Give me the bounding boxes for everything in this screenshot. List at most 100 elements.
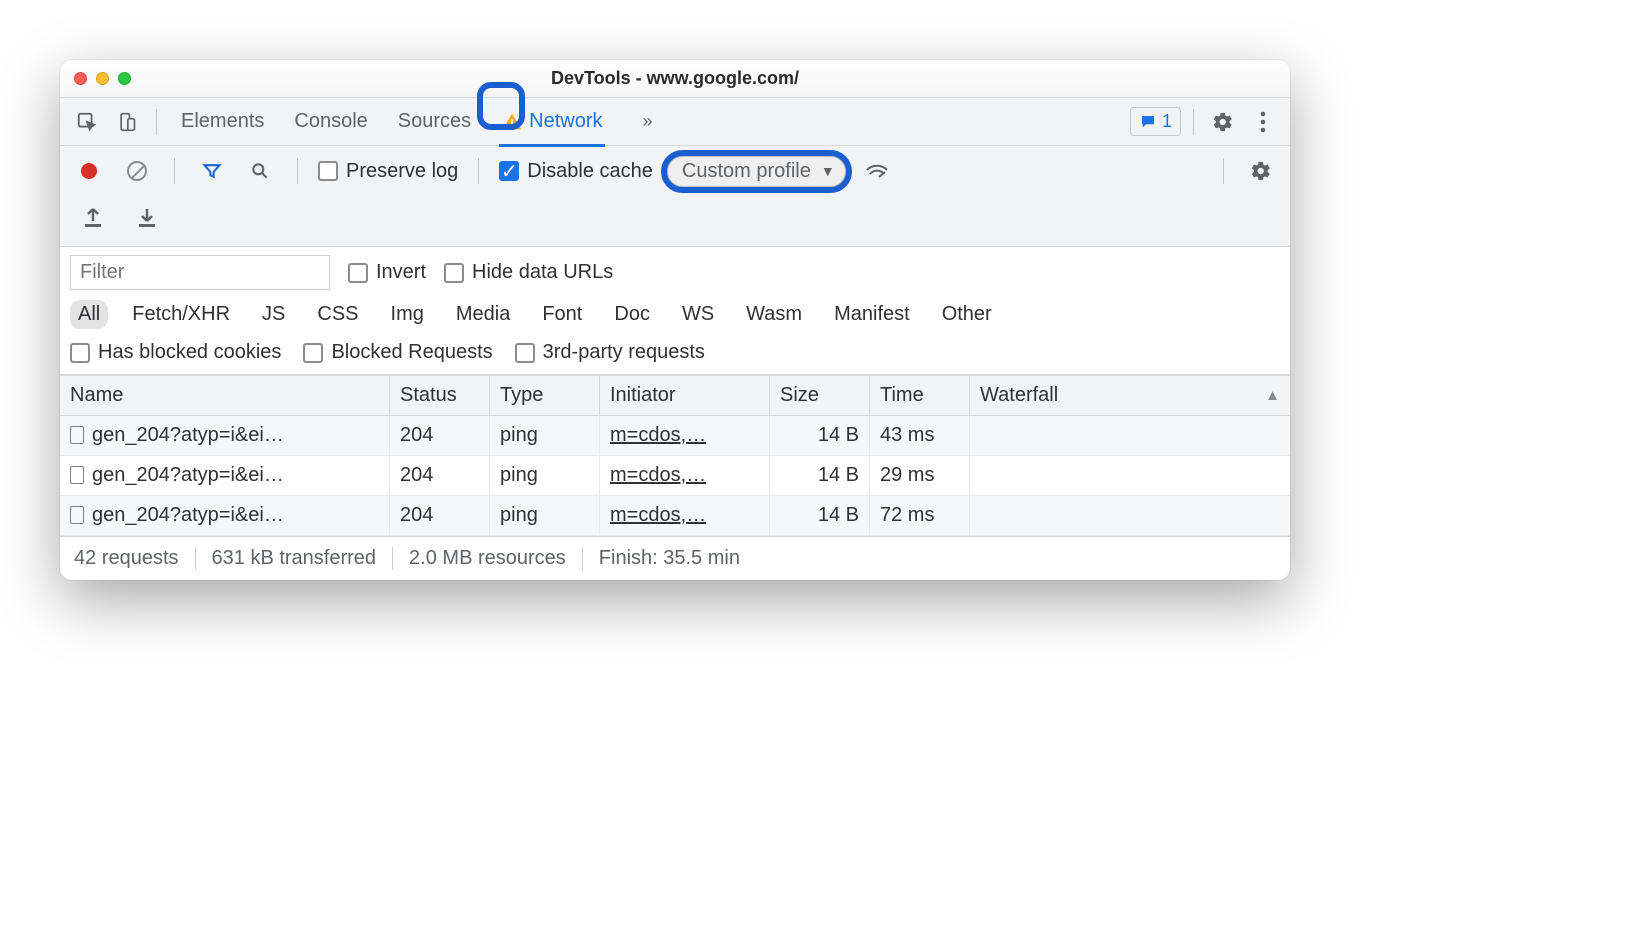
checkbox-icon	[348, 263, 368, 283]
record-button[interactable]	[72, 154, 106, 188]
chevron-down-icon: ▼	[821, 163, 835, 179]
cell-name: gen_204?atyp=i&ei…	[60, 496, 390, 535]
blocked-requests-checkbox[interactable]: Blocked Requests	[303, 341, 492, 364]
type-chip-css[interactable]: CSS	[309, 300, 366, 329]
kebab-menu-icon[interactable]	[1246, 105, 1280, 139]
filter-bar: Invert Hide data URLs All Fetch/XHR JS C…	[60, 247, 1290, 375]
type-chip-all[interactable]: All	[70, 300, 108, 329]
table-row[interactable]: gen_204?atyp=i&ei…204pingm=cdos,…14 B72 …	[60, 496, 1290, 536]
type-chip-doc[interactable]: Doc	[606, 300, 658, 329]
file-icon	[70, 466, 84, 484]
blocked-cookies-label: Has blocked cookies	[98, 341, 281, 364]
checkbox-icon	[444, 263, 464, 283]
col-waterfall[interactable]: Waterfall ▲	[970, 376, 1290, 415]
inspect-element-icon[interactable]	[70, 105, 104, 139]
col-initiator[interactable]: Initiator	[600, 376, 770, 415]
tab-sources[interactable]: Sources	[396, 98, 473, 146]
filter-toggle-icon[interactable]	[195, 154, 229, 188]
status-bar: 42 requests 631 kB transferred 2.0 MB re…	[60, 536, 1290, 580]
network-toolbar: Preserve log ✓ Disable cache Custom prof…	[60, 146, 1290, 247]
tab-console[interactable]: Console	[292, 98, 369, 146]
separator	[297, 158, 298, 184]
cell-initiator[interactable]: m=cdos,…	[600, 416, 770, 455]
issues-button[interactable]: 1	[1130, 107, 1181, 136]
invert-label: Invert	[376, 261, 426, 284]
throttling-value: Custom profile	[682, 160, 811, 183]
cell-type: ping	[490, 416, 600, 455]
separator	[1193, 109, 1194, 135]
clear-button[interactable]	[120, 154, 154, 188]
preserve-log-label: Preserve log	[346, 160, 458, 183]
file-icon	[70, 426, 84, 444]
hide-data-urls-checkbox[interactable]: Hide data URLs	[444, 261, 613, 284]
chat-icon	[1139, 113, 1157, 131]
throttling-select[interactable]: Custom profile ▼	[667, 156, 846, 187]
col-waterfall-label: Waterfall	[980, 384, 1058, 407]
cell-size: 14 B	[770, 416, 870, 455]
cell-initiator[interactable]: m=cdos,…	[600, 496, 770, 535]
tab-network[interactable]: Network	[499, 98, 604, 146]
device-toolbar-icon[interactable]	[110, 105, 144, 139]
type-chip-font[interactable]: Font	[534, 300, 590, 329]
table-row[interactable]: gen_204?atyp=i&ei…204pingm=cdos,…14 B29 …	[60, 456, 1290, 496]
highlight-annotation	[477, 82, 525, 130]
col-time[interactable]: Time	[870, 376, 970, 415]
cell-status: 204	[390, 416, 490, 455]
type-chip-other[interactable]: Other	[934, 300, 1000, 329]
network-settings-icon[interactable]	[1244, 154, 1278, 188]
type-chip-wasm[interactable]: Wasm	[738, 300, 810, 329]
disable-cache-checkbox[interactable]: ✓ Disable cache	[499, 160, 653, 183]
issues-count: 1	[1162, 111, 1172, 132]
blocked-cookies-checkbox[interactable]: Has blocked cookies	[70, 341, 281, 364]
export-har-icon[interactable]	[76, 200, 110, 234]
hide-data-urls-label: Hide data URLs	[472, 261, 613, 284]
checkbox-icon	[318, 161, 338, 181]
cell-time: 43 ms	[870, 416, 970, 455]
col-type[interactable]: Type	[490, 376, 600, 415]
devtools-window: DevTools - www.google.com/ Elements Cons…	[60, 60, 1290, 580]
status-resources: 2.0 MB resources	[393, 547, 583, 570]
filter-input[interactable]	[70, 255, 330, 290]
more-tabs-icon[interactable]: »	[643, 111, 653, 132]
cell-waterfall	[970, 428, 1290, 444]
checkbox-icon	[515, 343, 535, 363]
col-status[interactable]: Status	[390, 376, 490, 415]
import-har-icon[interactable]	[130, 200, 164, 234]
network-conditions-icon[interactable]	[860, 154, 894, 188]
cell-time: 29 ms	[870, 456, 970, 495]
type-chip-ws[interactable]: WS	[674, 300, 722, 329]
blocked-requests-label: Blocked Requests	[331, 341, 492, 364]
search-icon[interactable]	[243, 154, 277, 188]
type-chip-js[interactable]: JS	[254, 300, 293, 329]
checkbox-checked-icon: ✓	[499, 161, 519, 181]
cell-status: 204	[390, 496, 490, 535]
cell-status: 204	[390, 456, 490, 495]
type-chip-img[interactable]: Img	[383, 300, 432, 329]
clear-icon	[127, 161, 147, 181]
col-size[interactable]: Size	[770, 376, 870, 415]
table-header: Name Status Type Initiator Size Time Wat…	[60, 375, 1290, 416]
window-titlebar: DevTools - www.google.com/	[60, 60, 1290, 98]
cell-waterfall	[970, 468, 1290, 484]
status-requests: 42 requests	[74, 547, 196, 570]
col-name[interactable]: Name	[60, 376, 390, 415]
cell-name: gen_204?atyp=i&ei…	[60, 456, 390, 495]
cell-time: 72 ms	[870, 496, 970, 535]
type-chip-media[interactable]: Media	[448, 300, 518, 329]
third-party-checkbox[interactable]: 3rd-party requests	[515, 341, 705, 364]
cell-initiator[interactable]: m=cdos,…	[600, 456, 770, 495]
type-chip-manifest[interactable]: Manifest	[826, 300, 918, 329]
cell-size: 14 B	[770, 456, 870, 495]
invert-checkbox[interactable]: Invert	[348, 261, 426, 284]
requests-table: Name Status Type Initiator Size Time Wat…	[60, 375, 1290, 536]
status-transferred: 631 kB transferred	[196, 547, 394, 570]
cell-type: ping	[490, 456, 600, 495]
table-row[interactable]: gen_204?atyp=i&ei…204pingm=cdos,…14 B43 …	[60, 416, 1290, 456]
type-chip-fetchxhr[interactable]: Fetch/XHR	[124, 300, 238, 329]
cell-name: gen_204?atyp=i&ei…	[60, 416, 390, 455]
settings-icon[interactable]	[1206, 105, 1240, 139]
preserve-log-checkbox[interactable]: Preserve log	[318, 160, 458, 183]
tab-elements[interactable]: Elements	[179, 98, 266, 146]
separator	[174, 158, 175, 184]
checkbox-icon	[303, 343, 323, 363]
